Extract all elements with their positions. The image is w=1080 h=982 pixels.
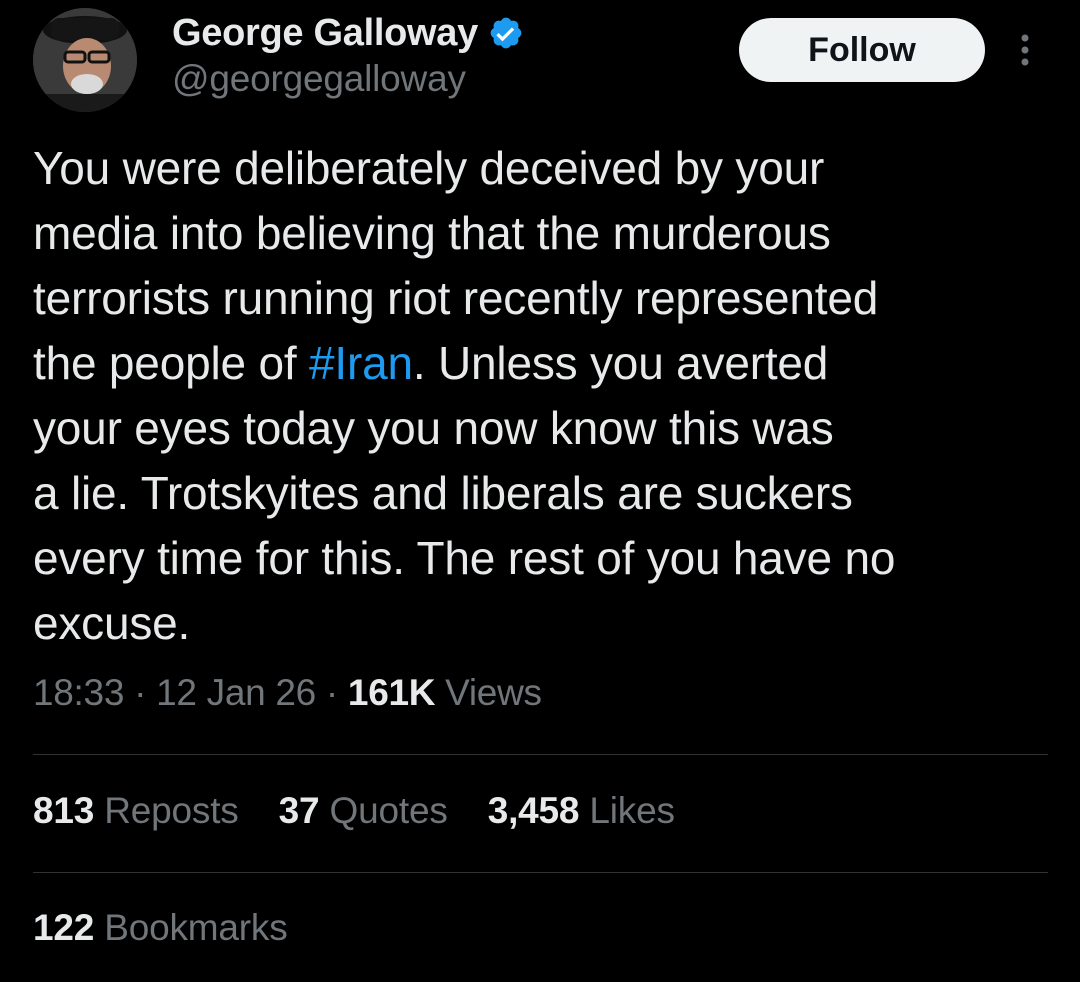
tweet-text: You were deliberately deceived by your m… <box>33 136 1033 656</box>
display-name[interactable]: George Galloway <box>172 12 478 55</box>
name-row: George Galloway <box>172 8 524 58</box>
bookmarks-stat[interactable]: 122 Bookmarks <box>33 907 288 949</box>
tweet-line: every time for this. The rest of you hav… <box>33 532 896 584</box>
tweet-line: a lie. Trotskyites and liberals are suck… <box>33 467 853 519</box>
engagement-stats: 813 Reposts 37 Quotes 3,458 Likes <box>33 790 705 832</box>
divider <box>33 872 1048 873</box>
divider <box>33 754 1048 755</box>
quotes-count: 37 <box>278 790 320 831</box>
likes-label: Likes <box>589 790 675 831</box>
tweet-date[interactable]: 12 Jan 26 <box>156 672 316 713</box>
tweet-line: your eyes today you now know this was <box>33 402 834 454</box>
views-count[interactable]: 161K <box>348 672 436 713</box>
reposts-count: 813 <box>33 790 95 831</box>
quotes-label: Quotes <box>329 790 448 831</box>
likes-stat[interactable]: 3,458 Likes <box>488 790 675 831</box>
tweet-line: excuse. <box>33 597 191 649</box>
views-label[interactable]: Views <box>445 672 542 713</box>
hashtag-link[interactable]: #Iran <box>309 337 413 389</box>
quotes-stat[interactable]: 37 Quotes <box>279 790 448 831</box>
reposts-label: Reposts <box>104 790 239 831</box>
follow-button[interactable]: Follow <box>739 18 985 82</box>
bookmarks-label: Bookmarks <box>104 907 288 948</box>
avatar[interactable] <box>33 8 137 112</box>
tweet-time[interactable]: 18:33 <box>33 672 124 713</box>
meta-separator: · <box>325 672 338 713</box>
handle[interactable]: @georgegalloway <box>172 58 524 100</box>
tweet-line: media into believing that the murderous <box>33 207 831 259</box>
tweet-line: terrorists running riot recently represe… <box>33 272 879 324</box>
meta-separator: · <box>134 672 147 713</box>
tweet-meta: 18:33 · 12 Jan 26 · 161K Views <box>33 672 542 714</box>
tweet-line: You were deliberately deceived by your <box>33 142 825 194</box>
reposts-stat[interactable]: 813 Reposts <box>33 790 239 831</box>
profile-photo-icon <box>33 8 137 112</box>
tweet-line: the people of #Iran. Unless you averted <box>33 337 829 389</box>
more-options-icon[interactable] <box>1011 30 1039 70</box>
verified-badge-icon <box>490 17 522 49</box>
bookmarks-count: 122 <box>33 907 95 948</box>
likes-count: 3,458 <box>487 790 580 831</box>
author-block[interactable]: George Galloway @georgegalloway <box>172 8 524 100</box>
